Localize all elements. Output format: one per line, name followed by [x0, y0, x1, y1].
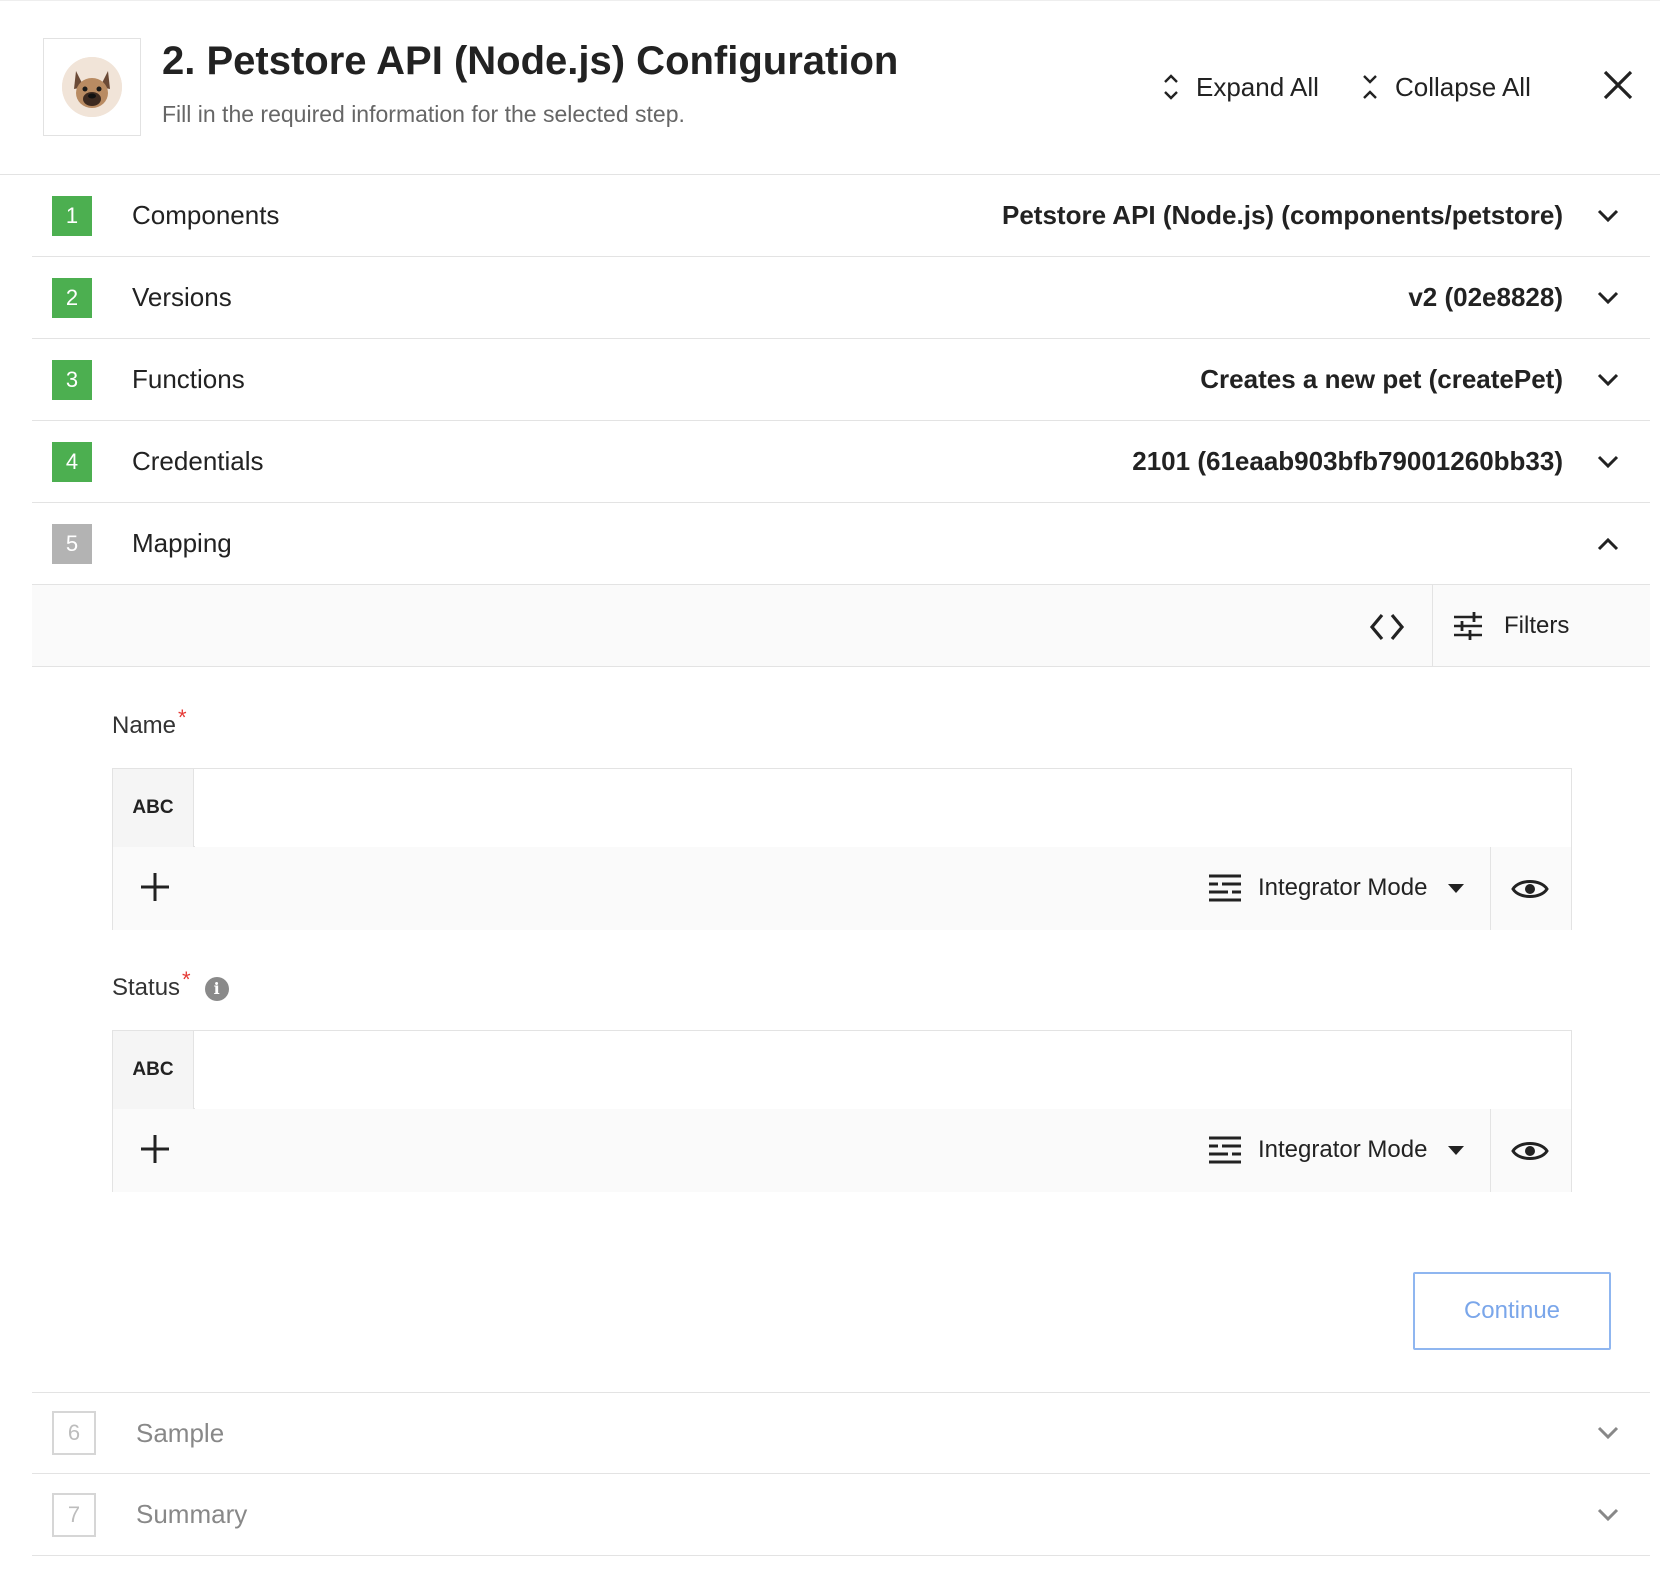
chevron-up-icon[interactable] — [1594, 530, 1622, 558]
eye-divider — [1490, 847, 1491, 930]
status-field-label: Status* i — [112, 967, 229, 1002]
eye-divider — [1490, 1109, 1491, 1192]
integrator-mode-select[interactable]: Integrator Mode — [1208, 1129, 1465, 1171]
step-number-badge: 2 — [52, 277, 92, 318]
name-input-row: ABC — [113, 769, 1571, 847]
expand-all-label: Expand All — [1196, 71, 1319, 102]
step-value: Creates a new pet (createPet) — [1200, 364, 1563, 394]
step-number-badge: 6 — [52, 1411, 96, 1455]
config-header: 2. Petstore API (Node.js) Configuration … — [0, 0, 1660, 175]
code-icon[interactable] — [1367, 607, 1407, 647]
plus-icon[interactable] — [135, 1129, 175, 1169]
name-input[interactable] — [195, 769, 1571, 847]
expand-all-button[interactable]: Expand All — [1162, 67, 1319, 107]
step-number-badge: 5 — [52, 523, 92, 564]
filters-label: Filters — [1504, 612, 1570, 639]
status-field-controls: Integrator Mode — [113, 1109, 1571, 1192]
component-logo — [43, 38, 141, 136]
plus-icon[interactable] — [135, 867, 175, 907]
step-label: Mapping — [132, 528, 232, 558]
step-sample[interactable]: 6 Sample — [32, 1392, 1650, 1474]
step-number-badge: 4 — [52, 441, 92, 482]
step-label: Versions — [132, 282, 232, 312]
chevron-down-icon[interactable] — [1594, 1501, 1622, 1529]
step-label: Functions — [132, 364, 245, 394]
step-summary[interactable]: 7 Summary — [32, 1474, 1650, 1556]
eye-icon[interactable] — [1510, 1131, 1550, 1171]
mode-label: Integrator Mode — [1258, 874, 1428, 901]
name-field: ABC Integrator Mode — [112, 768, 1572, 930]
step-value: 2101 (61eaab903bfb79001260bb33) — [1132, 446, 1563, 476]
string-type-tag: ABC — [113, 769, 194, 847]
step-mapping[interactable]: 5 Mapping — [32, 503, 1650, 585]
page-title: 2. Petstore API (Node.js) Configuration — [162, 39, 899, 83]
status-input[interactable] — [195, 1031, 1571, 1109]
close-button[interactable] — [1600, 67, 1636, 103]
page-subtitle: Fill in the required information for the… — [162, 101, 685, 127]
step-functions[interactable]: 3 Functions Creates a new pet (createPet… — [32, 339, 1650, 421]
chevron-down-icon[interactable] — [1594, 448, 1622, 476]
chevron-down-icon[interactable] — [1594, 202, 1622, 230]
step-number-badge: 7 — [52, 1492, 96, 1537]
chevron-down-icon[interactable] — [1594, 284, 1622, 312]
name-field-controls: Integrator Mode — [113, 847, 1571, 930]
lines-icon — [1209, 874, 1241, 902]
dog-avatar-icon — [62, 57, 122, 117]
chevron-down-icon[interactable] — [1594, 1419, 1622, 1447]
required-marker: * — [182, 967, 191, 992]
step-label: Credentials — [132, 446, 264, 476]
mapping-toolbar: Filters — [32, 585, 1650, 667]
mode-label: Integrator Mode — [1258, 1136, 1428, 1163]
lines-icon — [1209, 1136, 1241, 1164]
string-type-tag: ABC — [113, 1031, 194, 1109]
toolbar-divider — [1432, 585, 1433, 667]
step-number-badge: 1 — [52, 195, 92, 236]
step-label: Components — [132, 200, 280, 230]
status-input-row: ABC — [113, 1031, 1571, 1109]
expand-icon — [1164, 74, 1178, 100]
step-value: v2 (02e8828) — [1408, 282, 1563, 312]
info-icon[interactable]: i — [204, 976, 229, 1001]
status-field: ABC Integrator Mode — [112, 1030, 1572, 1192]
continue-button[interactable]: Continue — [1413, 1272, 1611, 1350]
caret-down-icon — [1448, 1146, 1465, 1155]
chevron-down-icon[interactable] — [1594, 366, 1622, 394]
integrator-mode-select[interactable]: Integrator Mode — [1208, 867, 1465, 909]
step-versions[interactable]: 2 Versions v2 (02e8828) — [32, 257, 1650, 339]
filters-button[interactable]: Filters — [1452, 605, 1569, 647]
collapse-icon — [1363, 75, 1377, 99]
filters-icon — [1454, 612, 1482, 640]
status-label-text: Status — [112, 974, 181, 1001]
step-label: Sample — [136, 1417, 225, 1448]
close-icon — [1603, 70, 1633, 100]
step-value: Petstore API (Node.js) (components/petst… — [1002, 200, 1563, 230]
step-label: Summary — [136, 1499, 248, 1529]
name-field-label: Name* — [112, 705, 187, 740]
eye-icon[interactable] — [1510, 869, 1550, 909]
step-credentials[interactable]: 4 Credentials 2101 (61eaab903bfb79001260… — [32, 421, 1650, 503]
required-marker: * — [178, 705, 187, 730]
collapse-all-label: Collapse All — [1395, 71, 1531, 102]
caret-down-icon — [1448, 884, 1465, 893]
step-components[interactable]: 1 Components Petstore API (Node.js) (com… — [32, 175, 1650, 257]
name-label-text: Name — [112, 712, 177, 739]
step-number-badge: 3 — [52, 359, 92, 400]
collapse-all-button[interactable]: Collapse All — [1361, 67, 1531, 107]
